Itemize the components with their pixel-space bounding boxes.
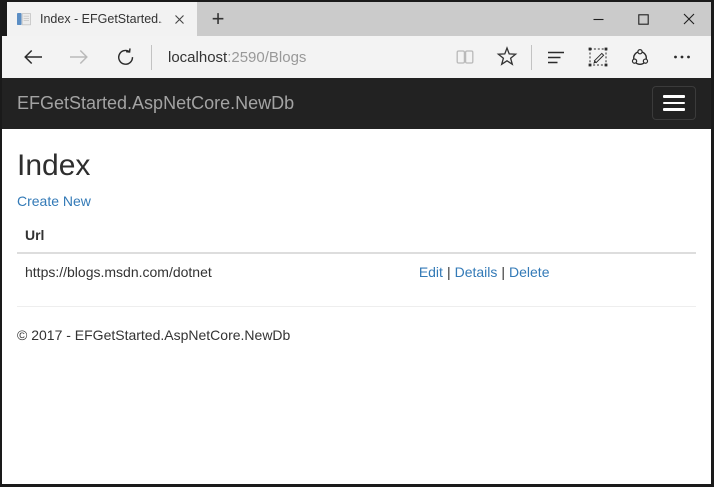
column-header-url: Url	[17, 218, 411, 253]
hamburger-bar	[663, 102, 685, 105]
footer-text: © 2017 - EFGetStarted.AspNetCore.NewDb	[17, 327, 696, 343]
tab-strip: Index - EFGetStarted.As +	[2, 2, 711, 36]
toolbar-divider	[151, 45, 152, 70]
navbar-brand-link[interactable]: EFGetStarted.AspNetCore.NewDb	[17, 93, 294, 114]
table-row: https://blogs.msdn.com/dotnet Edit|Detai…	[17, 253, 696, 288]
hub-icon[interactable]	[535, 36, 577, 78]
edit-link[interactable]: Edit	[419, 264, 443, 280]
page-content: Index Create New Url https://blogs.msdn.…	[2, 129, 711, 484]
row-actions-cell: Edit|Details|Delete	[411, 253, 696, 288]
tab-close-icon[interactable]	[170, 10, 188, 28]
back-button[interactable]	[10, 36, 56, 78]
close-window-button[interactable]	[666, 2, 711, 36]
create-new-link[interactable]: Create New	[17, 193, 91, 209]
share-icon[interactable]	[619, 36, 661, 78]
delete-link[interactable]: Delete	[509, 264, 549, 280]
browser-window: Index - EFGetStarted.As +	[0, 0, 714, 487]
hamburger-bar	[663, 95, 685, 98]
details-link[interactable]: Details	[455, 264, 498, 280]
favicon-icon	[16, 11, 32, 27]
toolbar-divider	[531, 45, 532, 70]
more-options-icon[interactable]	[661, 36, 703, 78]
action-separator: |	[497, 264, 509, 280]
page-title: Index	[17, 149, 696, 183]
blogs-table: Url https://blogs.msdn.com/dotnet Edit|D…	[17, 218, 696, 288]
browser-toolbar: localhost:2590/Blogs	[2, 36, 711, 78]
navbar-hamburger-button[interactable]	[652, 86, 696, 120]
browser-tab[interactable]: Index - EFGetStarted.As	[7, 2, 197, 36]
column-header-actions	[411, 218, 696, 253]
hamburger-bar	[663, 108, 685, 111]
maximize-button[interactable]	[621, 2, 666, 36]
favorites-star-icon[interactable]	[486, 36, 528, 78]
address-path: :2590/Blogs	[227, 49, 306, 66]
footer-divider	[17, 306, 696, 307]
refresh-button[interactable]	[102, 36, 148, 78]
forward-button[interactable]	[56, 36, 102, 78]
action-separator: |	[443, 264, 455, 280]
address-bar[interactable]: localhost:2590/Blogs	[168, 49, 306, 66]
minimize-button[interactable]	[576, 2, 621, 36]
new-tab-button[interactable]: +	[197, 2, 239, 36]
titlebar-drag-area	[239, 2, 576, 36]
blog-url-cell: https://blogs.msdn.com/dotnet	[17, 253, 411, 288]
table-header-row: Url	[17, 218, 696, 253]
tab-title: Index - EFGetStarted.As	[40, 12, 162, 26]
reading-view-icon[interactable]	[444, 36, 486, 78]
address-host: localhost	[168, 49, 227, 66]
web-note-icon[interactable]	[577, 36, 619, 78]
page-footer: © 2017 - EFGetStarted.AspNetCore.NewDb	[17, 327, 696, 343]
site-navbar: EFGetStarted.AspNetCore.NewDb	[2, 78, 711, 129]
